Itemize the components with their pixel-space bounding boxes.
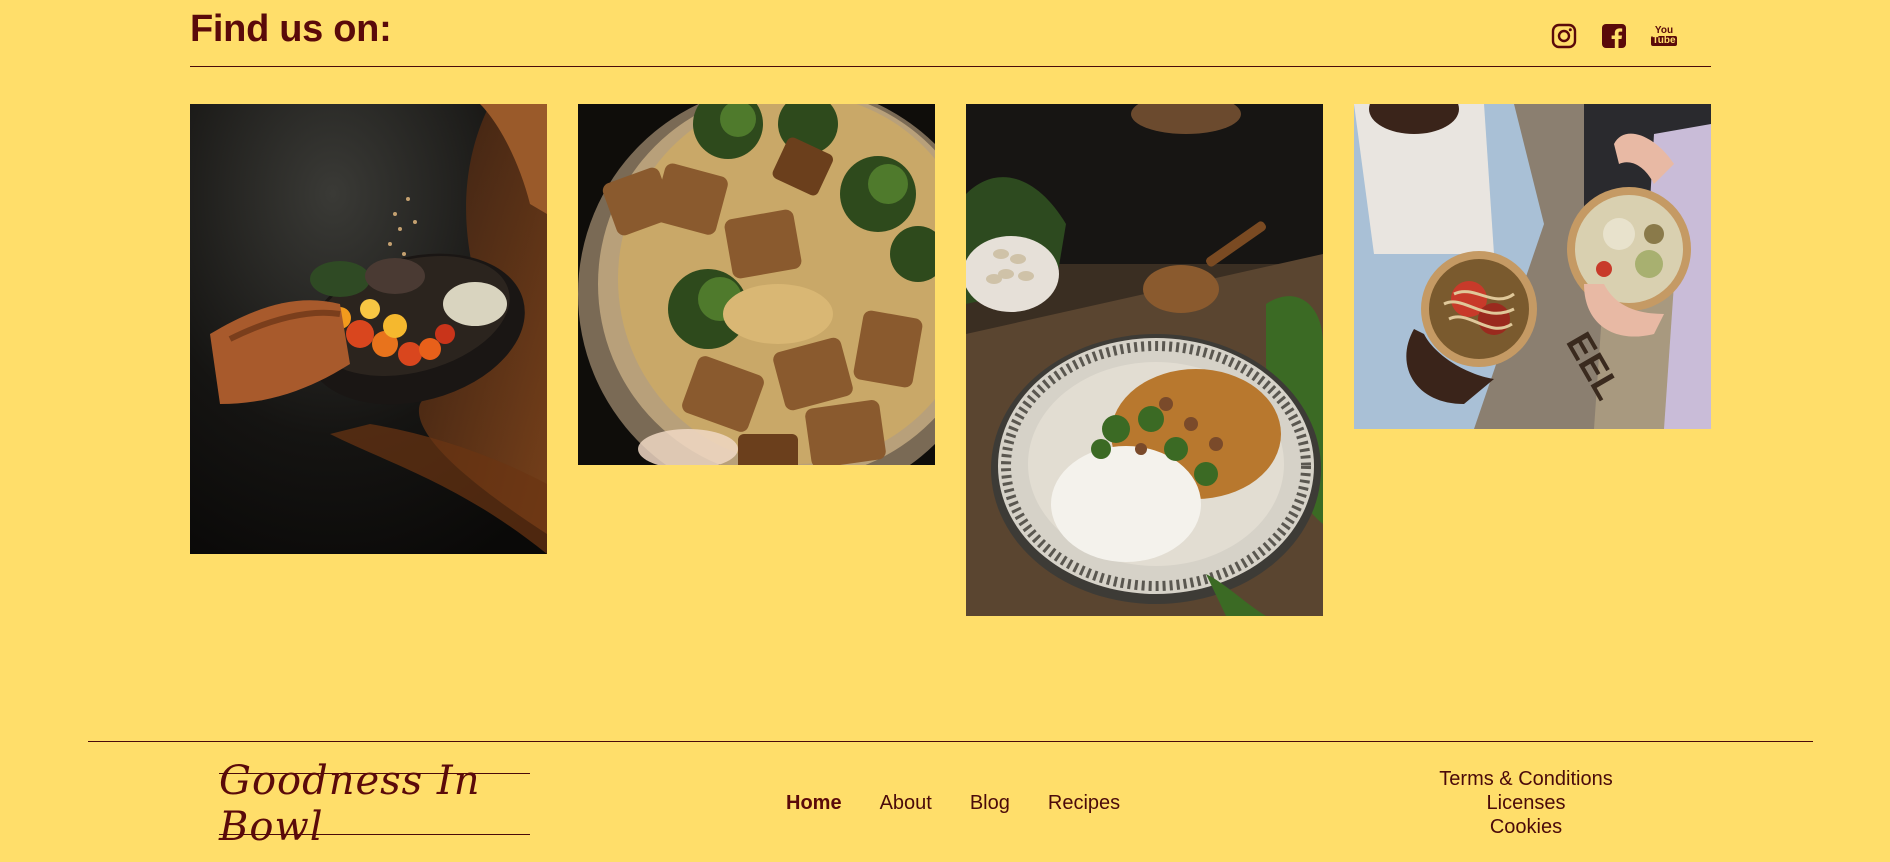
footer-nav: Home About Blog Recipes [786, 792, 1120, 815]
instagram-link[interactable] [1549, 20, 1579, 52]
photo-bowl-toppings [190, 104, 547, 554]
nav-recipes[interactable]: Recipes [1048, 792, 1120, 815]
cookies-link[interactable]: Cookies [1420, 815, 1632, 839]
youtube-link[interactable]: You Tube [1649, 20, 1679, 52]
instagram-icon [1551, 23, 1577, 49]
facebook-link[interactable] [1599, 20, 1629, 52]
youtube-tube-text: Tube [1651, 35, 1677, 46]
photo-tofu-curry [578, 104, 935, 465]
youtube-icon: You Tube [1651, 26, 1677, 46]
logo-text: Goodness In Bowl [219, 758, 481, 850]
licenses-link[interactable]: Licenses [1420, 791, 1632, 815]
nav-about[interactable]: About [880, 792, 932, 815]
legal-links: Terms & Conditions Licenses Cookies [1420, 767, 1632, 839]
photo-two-salad-bowls: EEL [1354, 104, 1711, 429]
social-links: You Tube [1549, 20, 1679, 52]
site-logo[interactable]: Goodness In Bowl [219, 758, 530, 850]
top-header: Find us on: You Tube [190, 0, 1711, 67]
find-us-heading: Find us on: [190, 8, 392, 50]
footer-divider [88, 741, 1813, 742]
nav-home[interactable]: Home [786, 792, 842, 815]
facebook-icon [1602, 24, 1626, 48]
photo-rice-dal [966, 104, 1323, 616]
terms-link[interactable]: Terms & Conditions [1420, 767, 1632, 791]
nav-blog[interactable]: Blog [970, 792, 1010, 815]
